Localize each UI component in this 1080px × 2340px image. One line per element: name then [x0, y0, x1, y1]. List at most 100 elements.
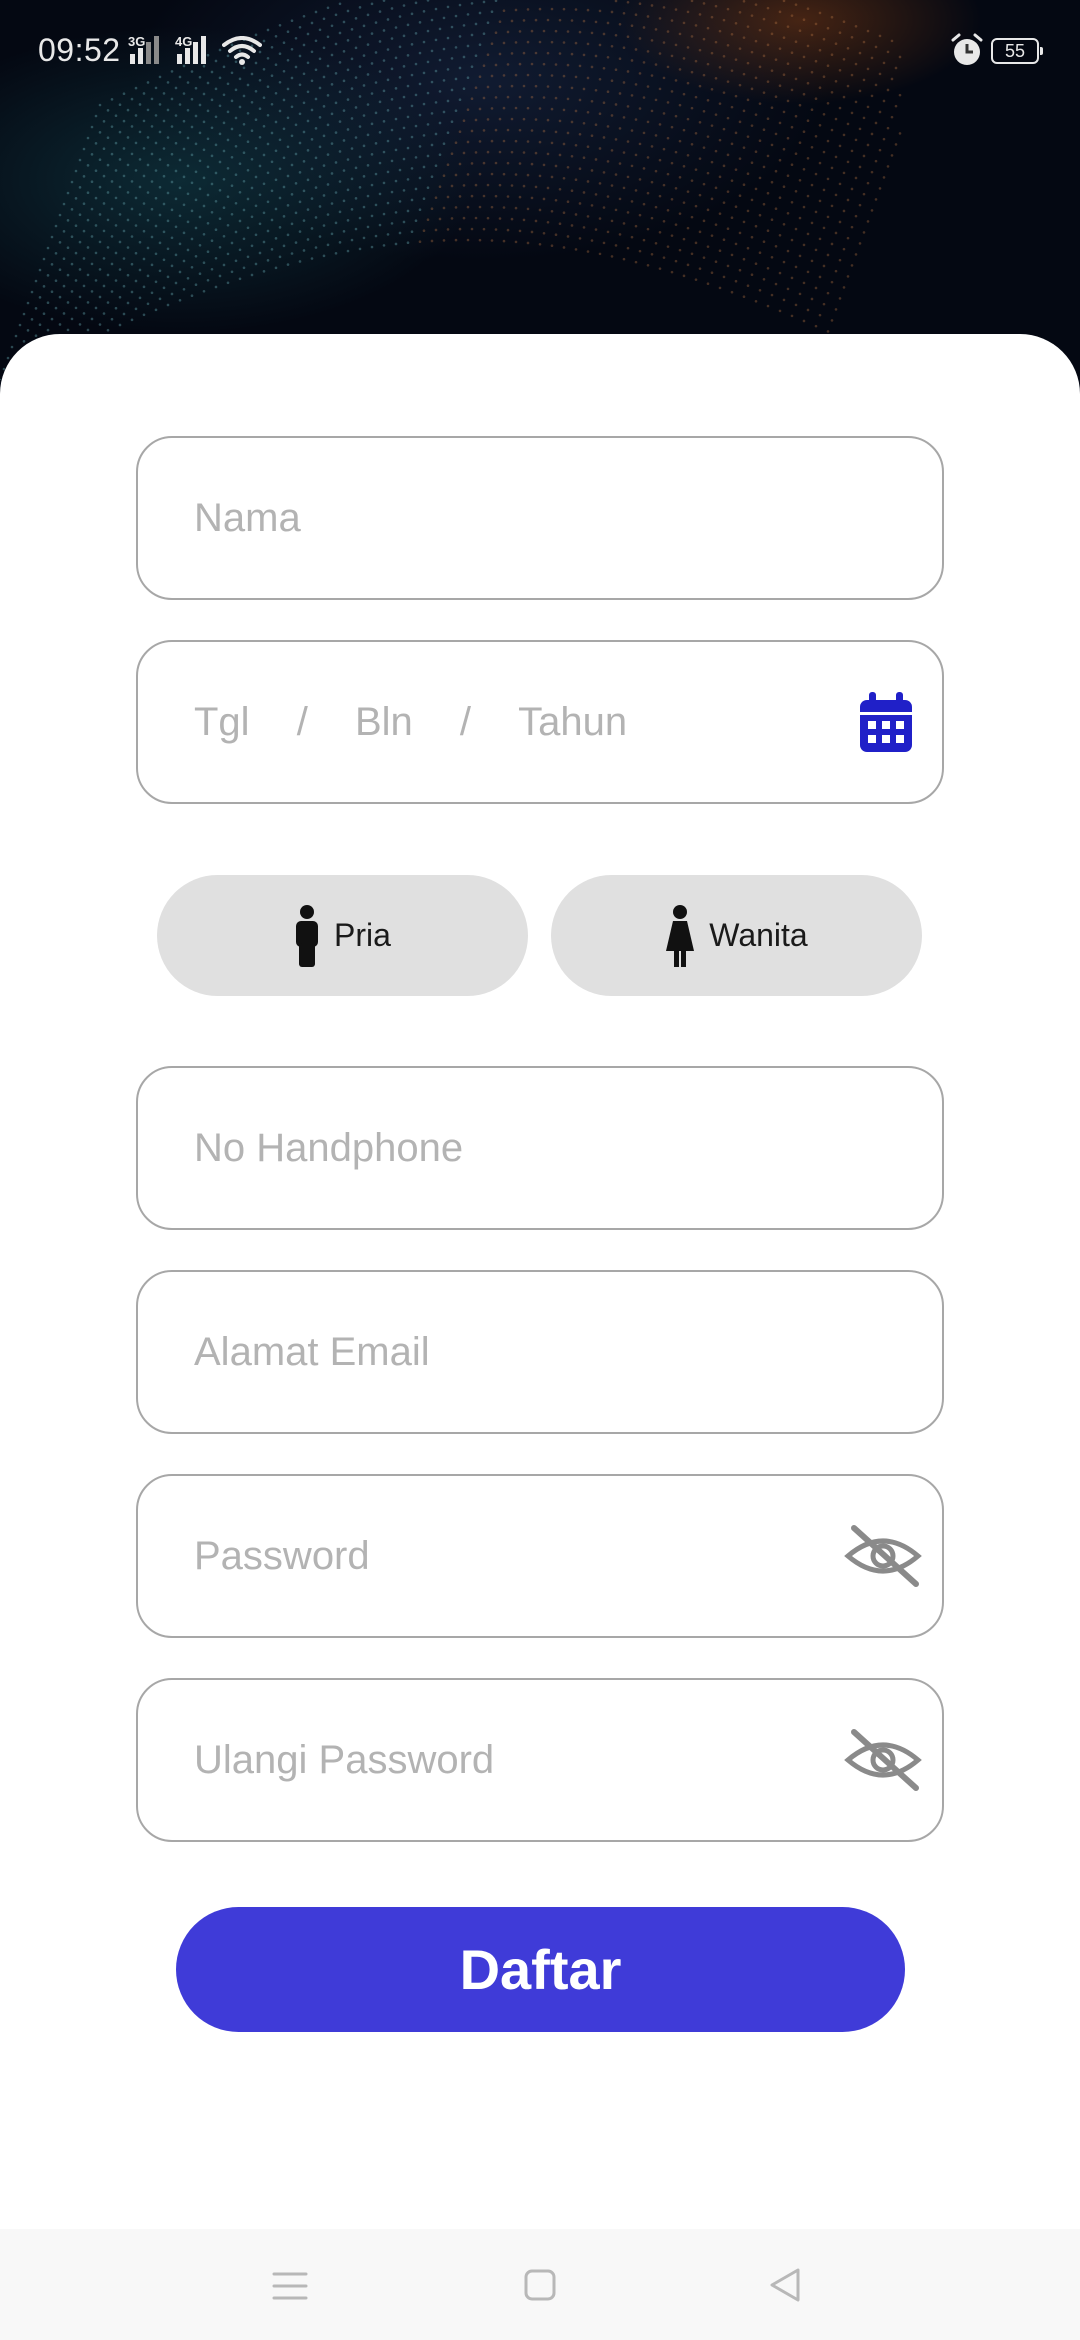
particle-dot [282, 215, 286, 218]
particle-dot [822, 150, 826, 154]
gender-female-button[interactable]: Wanita [551, 875, 922, 996]
particle-dot [310, 197, 314, 200]
particle-dot [98, 185, 102, 189]
particle-dot [110, 290, 114, 293]
particle-dot [826, 139, 830, 143]
particle-dot [826, 177, 830, 181]
particle-dot [114, 251, 118, 255]
particle-dot [78, 323, 82, 326]
particle-dot [770, 143, 774, 147]
particle-dot [514, 240, 518, 244]
particle-dot [754, 300, 758, 303]
particle-dot [410, 198, 414, 202]
eye-off-icon[interactable] [844, 1524, 922, 1588]
particle-dot [46, 274, 50, 277]
birthdate-field[interactable]: Tgl / Bln / Tahun [136, 640, 944, 804]
particle-dot [66, 328, 70, 332]
menu-icon[interactable] [272, 2271, 308, 2301]
particle-dot [370, 183, 374, 187]
particle-dot [662, 219, 666, 223]
repeat-password-field[interactable]: Ulangi Password [136, 1678, 944, 1842]
particle-dot [806, 157, 810, 160]
particle-dot [442, 110, 446, 114]
particle-dot [834, 117, 838, 121]
particle-dot [714, 113, 718, 116]
particle-dot [354, 227, 358, 231]
particle-dot [266, 171, 270, 175]
particle-dot [638, 213, 642, 217]
gender-male-button[interactable]: Pria [157, 875, 528, 996]
particle-dot [542, 197, 546, 201]
particle-dot [54, 279, 58, 283]
particle-dot [778, 196, 782, 199]
particle-dot [802, 205, 806, 209]
particle-dot [330, 172, 334, 175]
calendar-icon[interactable] [858, 692, 914, 754]
particle-dot [630, 235, 634, 239]
email-field[interactable]: Alamat Email [136, 1270, 944, 1434]
particle-dot [698, 157, 702, 160]
particle-dot [522, 117, 526, 121]
particle-dot [198, 187, 202, 191]
particle-dot [338, 180, 342, 183]
particle-dot [110, 317, 114, 321]
password-field[interactable]: Password [136, 1474, 944, 1638]
particle-dot [594, 193, 598, 196]
particle-dot [670, 161, 674, 165]
particle-dot [542, 231, 546, 235]
particle-dot [286, 116, 290, 120]
particle-dot [434, 196, 438, 200]
particle-dot [378, 100, 382, 104]
particle-dot [786, 287, 790, 291]
register-button[interactable]: Daftar [176, 1907, 905, 2032]
particle-dot [270, 102, 274, 106]
eye-off-icon[interactable] [844, 1728, 922, 1792]
particle-dot [22, 312, 26, 316]
particle-dot [838, 144, 842, 148]
particle-dot [274, 207, 278, 211]
particle-dot [234, 116, 238, 120]
particle-dot [166, 219, 170, 223]
home-icon[interactable] [524, 2269, 556, 2301]
gender-female-label: Wanita [709, 917, 808, 953]
particle-dot [714, 149, 718, 153]
particle-dot [150, 263, 154, 267]
particle-dot [66, 273, 70, 277]
particle-dot [178, 214, 182, 218]
particle-dot [614, 244, 618, 247]
particle-dot [494, 161, 498, 165]
particle-dot [214, 285, 218, 289]
particle-dot [230, 241, 234, 245]
particle-dot [150, 152, 154, 156]
particle-dot [62, 312, 66, 315]
particle-dot [606, 125, 610, 128]
back-icon[interactable] [768, 2267, 802, 2303]
particle-dot [86, 136, 90, 140]
particle-dot [450, 184, 454, 188]
status-time: 09:52 [38, 32, 121, 68]
particle-dot [854, 214, 858, 218]
particle-dot [358, 247, 362, 251]
particle-dot [694, 204, 698, 208]
particle-dot [702, 182, 706, 186]
particle-dot [130, 152, 134, 156]
particle-dot [302, 160, 306, 163]
particle-dot [102, 202, 106, 205]
particle-dot [182, 259, 186, 263]
particle-dot [470, 129, 474, 133]
particle-dot [126, 246, 130, 249]
particle-dot [110, 262, 114, 266]
particle-dot [102, 312, 106, 315]
phone-field[interactable]: No Handphone [136, 1066, 944, 1230]
particle-dot [726, 116, 730, 120]
particle-dot [558, 153, 562, 157]
particle-dot [430, 112, 434, 115]
particle-dot [826, 291, 830, 295]
particle-dot [170, 292, 174, 296]
particle-dot [482, 194, 486, 198]
particle-dot [302, 189, 306, 193]
particle-dot [794, 303, 798, 307]
name-field[interactable]: Nama [136, 436, 944, 600]
particle-dot [718, 102, 722, 105]
particle-dot [710, 271, 714, 275]
